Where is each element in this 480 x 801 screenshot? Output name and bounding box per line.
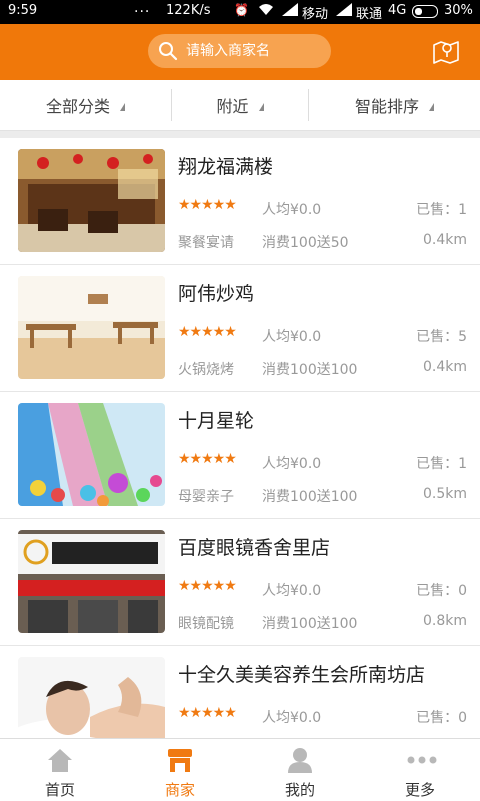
merchant-promo: 消费100送100: [262, 616, 358, 632]
tab-home-label: 首页: [44, 781, 75, 799]
merchant-category: 聚餐宴请: [178, 235, 234, 251]
merchant-name: 十全久美美容养生会所南坊店: [178, 664, 426, 686]
merchant-category: 火锅烧烤: [178, 362, 234, 378]
merchant-thumbnail: [18, 403, 165, 506]
sold-count: 已售：5: [416, 329, 467, 345]
search-input[interactable]: [186, 40, 324, 62]
merchant-promo: 消费100送50: [262, 235, 349, 251]
sold-count: 已售：0: [416, 710, 467, 726]
merchant-category: 母婴亲子: [178, 489, 234, 505]
filter-nearby[interactable]: 附近: [172, 80, 308, 130]
rating-stars: ★★★★★: [178, 197, 237, 213]
status-time: 9:59: [8, 3, 38, 18]
merchant-list[interactable]: 翔龙福满楼 ★★★★★ 人均¥0.0 已售：1 聚餐宴请 消费100送50 0.…: [0, 138, 480, 738]
filter-sort[interactable]: 智能排序: [309, 80, 480, 130]
average-price: 人均¥0.0: [262, 456, 322, 472]
merchant-name: 阿伟炒鸡: [178, 283, 255, 305]
tab-more[interactable]: 更多: [360, 739, 480, 801]
average-price: 人均¥0.0: [262, 710, 322, 726]
status-speed: 122K/s: [166, 3, 211, 18]
merchant-promo: 消费100送100: [262, 362, 358, 378]
sold-count: 已售：0: [416, 583, 467, 599]
merchant-distance: 0.5km: [422, 486, 467, 502]
shop-icon: [167, 747, 193, 777]
merchant-item[interactable]: 百度眼镜香舍里店 ★★★★★ 人均¥0.0 已售：0 眼镜配镜 消费100送10…: [0, 519, 480, 646]
merchant-item[interactable]: 翔龙福满楼 ★★★★★ 人均¥0.0 已售：1 聚餐宴请 消费100送50 0.…: [0, 138, 480, 265]
search-box[interactable]: [148, 34, 331, 68]
tab-home[interactable]: 首页: [0, 739, 120, 801]
status-carrier-2: 联通: [356, 7, 383, 22]
status-battery: 30%: [444, 3, 473, 18]
bottom-tab-bar: 首页 商家 我的 更多: [0, 738, 480, 801]
dropdown-triangle-icon: [429, 103, 434, 111]
merchant-item[interactable]: 十月星轮 ★★★★★ 人均¥0.0 已售：1 母婴亲子 消费100送100 0.…: [0, 392, 480, 519]
merchant-distance: 0.8km: [422, 613, 467, 629]
filter-bar: 全部分类 附近 智能排序: [0, 80, 480, 131]
tab-mine[interactable]: 我的: [240, 739, 360, 801]
status-network: 4G: [388, 3, 407, 18]
average-price: 人均¥0.0: [262, 329, 322, 345]
rating-stars: ★★★★★: [178, 578, 237, 594]
average-price: 人均¥0.0: [262, 202, 322, 218]
signal-icon: [282, 3, 298, 19]
merchant-thumbnail: [18, 276, 165, 379]
rating-stars: ★★★★★: [178, 451, 237, 467]
rating-stars: ★★★★★: [178, 705, 237, 721]
search-icon: [158, 41, 178, 65]
tab-merchants[interactable]: 商家: [120, 739, 240, 801]
signal-icon: [336, 3, 352, 19]
average-price: 人均¥0.0: [262, 583, 322, 599]
status-carrier-1: 移动: [302, 7, 329, 22]
tab-more-label: 更多: [404, 781, 435, 799]
merchant-promo: 消费100送100: [262, 489, 358, 505]
more-icon: [407, 747, 437, 777]
dropdown-triangle-icon: [258, 103, 264, 111]
person-icon: [287, 747, 313, 777]
merchant-name: 十月星轮: [178, 410, 255, 432]
status-bar: 9:59 ... 122K/s ⏰ 移动 联通 4G 30%: [0, 0, 480, 24]
top-bar: [0, 24, 480, 80]
status-dots: ...: [134, 0, 151, 16]
sold-count: 已售：1: [416, 456, 467, 472]
tab-merchants-label: 商家: [164, 781, 195, 799]
merchant-name: 百度眼镜香舍里店: [178, 537, 331, 559]
merchant-item[interactable]: 十全久美美容养生会所南坊店 ★★★★★ 人均¥0.0 已售：0: [0, 646, 480, 738]
home-icon: [47, 747, 73, 777]
wifi-icon: [258, 3, 274, 19]
map-icon[interactable]: [432, 38, 460, 68]
merchant-thumbnail: [18, 149, 165, 252]
filter-category-label: 全部分类: [45, 97, 110, 116]
merchant-item[interactable]: 阿伟炒鸡 ★★★★★ 人均¥0.0 已售：5 火锅烧烤 消费100送100 0.…: [0, 265, 480, 392]
sold-count: 已售：1: [416, 202, 467, 218]
dropdown-triangle-icon: [120, 103, 125, 111]
merchant-distance: 0.4km: [422, 359, 467, 375]
filter-nearby-label: 附近: [216, 97, 249, 116]
rating-stars: ★★★★★: [178, 324, 237, 340]
battery-icon: [412, 5, 438, 18]
tab-mine-label: 我的: [284, 781, 315, 799]
merchant-name: 翔龙福满楼: [178, 156, 274, 178]
merchant-thumbnail: [18, 657, 165, 738]
alarm-icon: ⏰: [234, 3, 249, 17]
filter-sort-label: 智能排序: [354, 97, 419, 116]
merchant-distance: 0.4km: [422, 232, 467, 248]
merchant-category: 眼镜配镜: [178, 616, 234, 632]
filter-category[interactable]: 全部分类: [0, 80, 171, 130]
merchant-thumbnail: [18, 530, 165, 633]
